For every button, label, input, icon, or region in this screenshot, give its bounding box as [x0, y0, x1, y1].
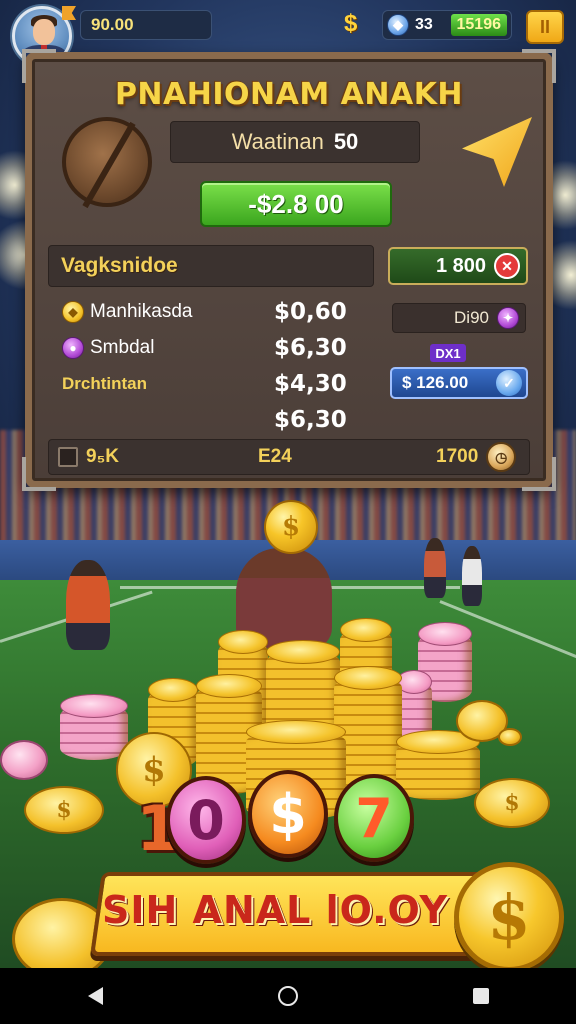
side-value-pill[interactable]: Di90 ✦ [392, 303, 526, 333]
list-item: $6,30 [62, 405, 347, 435]
footer-left: 9₅K [58, 443, 119, 471]
row-amount: $6,30 [274, 407, 347, 433]
badge-icon: ✦ [497, 307, 519, 329]
token-seven: 7 [334, 774, 414, 862]
player-figure [462, 546, 482, 606]
rank-flag-icon [62, 6, 76, 20]
recent-apps-icon[interactable] [472, 988, 489, 1004]
row-label: Manhikasda [90, 301, 193, 322]
currency-dollar-icon[interactable]: $ [344, 10, 366, 37]
stats-display: ◆ 33 15196 [382, 10, 512, 40]
top-bar: 90.00 $ ◆ 33 15196 II [0, 0, 576, 66]
checkbox[interactable] [58, 447, 78, 467]
row-amount: $6,30 [274, 335, 347, 361]
section-badge-value: 1 800 [435, 254, 486, 277]
pause-icon: II [539, 16, 550, 37]
score-value: 15196 [450, 14, 507, 36]
system-nav-bar [0, 968, 576, 1024]
stat-value: 33 [415, 16, 433, 33]
close-icon[interactable]: ✕ [494, 253, 520, 279]
multiplier-tag: DX1 [430, 344, 466, 362]
balance-display: 90.00 [80, 10, 212, 40]
player-figure [66, 560, 110, 650]
subtitle-box: Waatinan 50 [170, 121, 420, 163]
gold-coin: $ [474, 778, 550, 828]
row-label: Drchtintan [62, 374, 147, 393]
arrow-icon[interactable] [462, 117, 532, 187]
subtitle-label: Waatinan [231, 129, 324, 154]
footer-center-value: E24 [258, 446, 292, 467]
banner-text: SIH ANAL lO.OY [102, 888, 448, 932]
check-icon: ✓ [496, 370, 522, 396]
gold-coin [498, 728, 522, 746]
section-badge[interactable]: 1 800 ✕ [388, 247, 528, 285]
token-zero: 0 [166, 776, 246, 864]
list-item: ● Smbdal $6,30 [62, 333, 347, 363]
shield-icon [62, 117, 152, 207]
row-label: Smbdal [90, 337, 155, 358]
footer-right: 1700 ◷ [436, 442, 517, 472]
home-icon[interactable] [277, 986, 298, 1006]
footer-left-value: 9₅K [86, 446, 119, 467]
list-item: ◆ Manhikasda $0,60 [62, 297, 347, 327]
balance-value: 90.00 [91, 15, 134, 34]
row-amount: $0,60 [274, 299, 347, 325]
panel-title: PNAHIONAM ANAKH [114, 77, 464, 112]
claim-button[interactable]: -$2.8 00 [200, 181, 392, 227]
section-heading: Vagksnidoe [48, 245, 374, 287]
token-dollar: $ [248, 770, 328, 858]
gold-coin: $ [24, 786, 104, 834]
player-figure [424, 538, 446, 598]
purple-gem-icon: ● [62, 337, 84, 359]
dollar-coin-icon[interactable]: $ [454, 862, 564, 972]
flying-coin: $ [264, 500, 318, 554]
gold-coin-stack [396, 730, 480, 800]
section-heading-text: Vagksnidoe [61, 254, 178, 277]
pink-coin [0, 740, 48, 780]
back-icon[interactable] [87, 987, 103, 1005]
list-item: Drchtintan $4,30 [62, 369, 347, 399]
subtitle-value: 50 [333, 129, 359, 154]
blue-value-button[interactable]: $ 126.00 ✓ [390, 367, 528, 399]
footer-right-value: 1700 [436, 446, 479, 467]
pause-button[interactable]: II [526, 10, 564, 44]
timer-icon[interactable]: ◷ [486, 442, 517, 472]
footer-center: E24 [258, 443, 292, 471]
gold-coin-icon: ◆ [62, 301, 84, 323]
pink-coin-stack [60, 694, 128, 760]
row-amount: $4,30 [274, 371, 347, 397]
blue-pill-value: $ 126.00 [402, 373, 469, 392]
gem-icon: ◆ [387, 14, 409, 36]
result-panel: PNAHIONAM ANAKH Waatinan 50 -$2.8 00 Vag… [22, 49, 556, 491]
side-pill-value: Di90 [454, 308, 489, 327]
